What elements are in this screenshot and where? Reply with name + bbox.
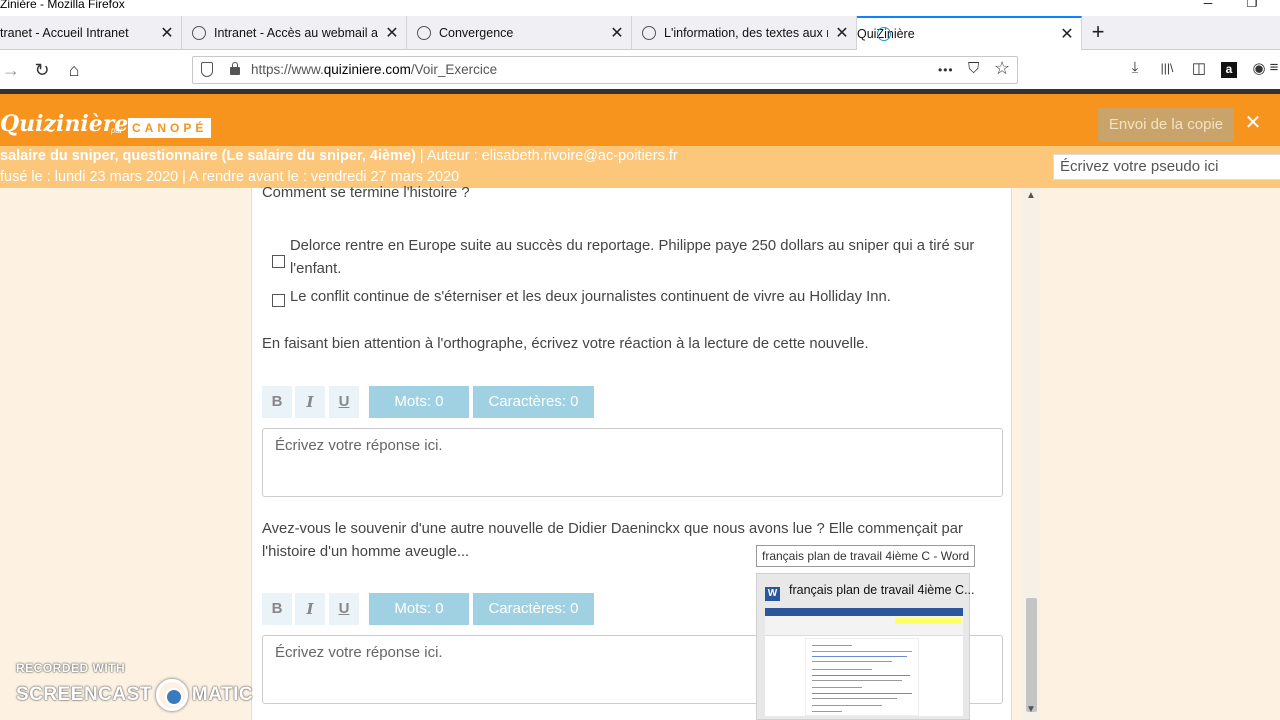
tab-strip: tranet - Accueil Intranet ✕ Intranet - A…	[0, 16, 1280, 50]
submit-copy-button[interactable]: Envoi de la copie	[1098, 108, 1234, 142]
word-icon: W	[765, 587, 780, 601]
scroll-thumb[interactable]	[1026, 598, 1037, 712]
scroll-down-icon[interactable]: ▼	[1026, 704, 1036, 715]
document-thumbnail	[765, 608, 963, 716]
reload-icon[interactable]: ↻	[31, 59, 53, 81]
taskbar-tooltip: français plan de travail 4ième C - Word	[756, 545, 976, 567]
pseudo-input[interactable]: Écrivez votre pseudo ici	[1053, 154, 1280, 180]
text-line	[812, 651, 912, 652]
thumbnail-page	[805, 638, 919, 716]
tab-convergence[interactable]: Convergence ✕	[407, 16, 632, 50]
italic-button[interactable]: I	[295, 386, 325, 418]
canope-logo: CANOPÉ	[128, 118, 212, 138]
new-tab-button[interactable]: +	[1086, 16, 1110, 50]
italic-button[interactable]: I	[295, 593, 325, 625]
sidebar-icon[interactable]: ◫	[1189, 59, 1209, 77]
page-actions-icon[interactable]: •••	[938, 63, 954, 77]
maximize-button[interactable]: ❐	[1242, 0, 1262, 10]
forward-icon[interactable]: →	[0, 59, 22, 81]
distributed-date: fusé le : lundi 23 mars 2020	[0, 169, 179, 185]
text-line	[812, 705, 882, 706]
tab-information[interactable]: L'information, des textes aux m ✕	[632, 16, 857, 50]
exercise-author: | Auteur : elisabeth.rivoire@ac-poitiers…	[415, 148, 678, 164]
quiziniere-icon	[877, 27, 891, 41]
underline-button[interactable]: U	[329, 593, 359, 625]
close-tab-icon[interactable]: ✕	[603, 23, 631, 43]
char-count: Caractères: 0	[473, 593, 594, 625]
bold-button[interactable]: B	[262, 386, 292, 418]
quiz-header: Quizinière par CANOPÉ Envoi de la copie …	[0, 94, 1280, 146]
url-text[interactable]: https://www.quiziniere.com/Voir_Exercice	[251, 62, 497, 77]
minimize-button[interactable]: ─	[1198, 0, 1218, 10]
site-icon	[642, 26, 656, 40]
site-icon	[192, 26, 206, 40]
pocket-icon[interactable]: ⛉	[968, 60, 979, 77]
thumbnail-ribbon	[765, 608, 963, 616]
library-icon[interactable]: |||\	[1157, 61, 1177, 75]
text-line	[812, 693, 912, 694]
tab-label: tranet - Accueil Intranet	[0, 26, 129, 40]
option-label[interactable]: Le conflit continue de s'éterniser et le…	[290, 286, 1000, 309]
tab-accueil-intranet[interactable]: tranet - Accueil Intranet ✕	[0, 16, 182, 50]
close-tab-icon[interactable]: ✕	[1053, 24, 1081, 44]
bold-button[interactable]: B	[262, 593, 292, 625]
text-line	[812, 687, 862, 688]
window-title: Zinière - Mozilla Firefox	[0, 0, 125, 11]
tab-label: Intranet - Accès au webmail ac	[214, 26, 378, 40]
close-tab-icon[interactable]: ✕	[378, 23, 406, 43]
tracking-shield-icon[interactable]	[201, 62, 213, 77]
thumbnail-highlight	[895, 618, 961, 624]
web-page: Quizinière par CANOPÉ Envoi de la copie …	[0, 89, 1280, 720]
word-count: Mots: 0	[369, 593, 469, 625]
underline-button[interactable]: U	[329, 386, 359, 418]
text-line	[812, 711, 842, 712]
text-line	[812, 669, 872, 670]
account-icon[interactable]: ◉	[1249, 59, 1269, 77]
text-line	[812, 645, 852, 646]
text-line	[812, 661, 892, 662]
site-icon	[417, 26, 431, 40]
home-icon[interactable]: ⌂	[63, 59, 85, 81]
close-icon[interactable]: ✕	[1243, 110, 1263, 135]
option-checkbox[interactable]	[272, 255, 285, 268]
text-line	[812, 675, 910, 676]
text-line	[812, 698, 897, 699]
url-bar[interactable]: https://www.quiziniere.com/Voir_Exercice…	[192, 56, 1018, 84]
window-titlebar: Zinière - Mozilla Firefox ─ ❐	[0, 0, 1280, 16]
exercise-title: salaire du sniper, questionnaire (Le sal…	[0, 148, 416, 164]
screencast-watermark: SCREENCAST MATIC	[16, 679, 253, 711]
close-tab-icon[interactable]: ✕	[828, 23, 856, 43]
option-label[interactable]: Delorce rentre en Europe suite au succès…	[290, 235, 1000, 281]
char-count: Caractères: 0	[473, 386, 594, 418]
page-scrollbar[interactable]: ▲ ▼	[1022, 188, 1040, 720]
text-line	[812, 656, 907, 657]
menu-icon[interactable]: ≡	[1268, 59, 1280, 76]
tab-quiziniere[interactable]: QuiZinière ✕	[857, 16, 1082, 50]
bookmark-star-icon[interactable]: ☆	[994, 58, 1010, 79]
word-count: Mots: 0	[369, 386, 469, 418]
option-checkbox[interactable]	[272, 294, 285, 307]
watermark-recorded: RECORDED WITH	[16, 661, 126, 675]
answer-textarea[interactable]: Écrivez votre réponse ici.	[262, 428, 1003, 497]
word-window-preview[interactable]: Wfrançais plan de travail 4ième C...	[756, 573, 975, 720]
quiziniere-logo: Quizinière	[0, 111, 129, 137]
tab-label: Convergence	[439, 26, 514, 40]
scroll-up-icon[interactable]: ▲	[1026, 190, 1036, 201]
text-line	[812, 680, 902, 681]
logo-par: par	[111, 126, 123, 135]
question-reaction: En faisant bien attention à l'orthograph…	[262, 336, 869, 352]
download-icon[interactable]: ⤓	[1125, 59, 1145, 76]
nav-bar: → ↻ ⌂ https://www.quiziniere.com/Voir_Ex…	[0, 51, 1280, 89]
close-tab-icon[interactable]: ✕	[153, 23, 181, 43]
preview-title: Wfrançais plan de travail 4ième C...	[765, 583, 975, 601]
screencast-logo-icon	[155, 679, 188, 711]
tab-webmail[interactable]: Intranet - Accès au webmail ac ✕	[182, 16, 407, 50]
exercise-title-line: salaire du sniper, questionnaire (Le sal…	[0, 148, 678, 164]
amazon-icon[interactable]: a	[1221, 62, 1237, 78]
question-ending: Comment se termine l'histoire ?	[262, 185, 470, 201]
tab-label: L'information, des textes aux m	[664, 26, 828, 40]
lock-icon[interactable]	[230, 62, 240, 75]
